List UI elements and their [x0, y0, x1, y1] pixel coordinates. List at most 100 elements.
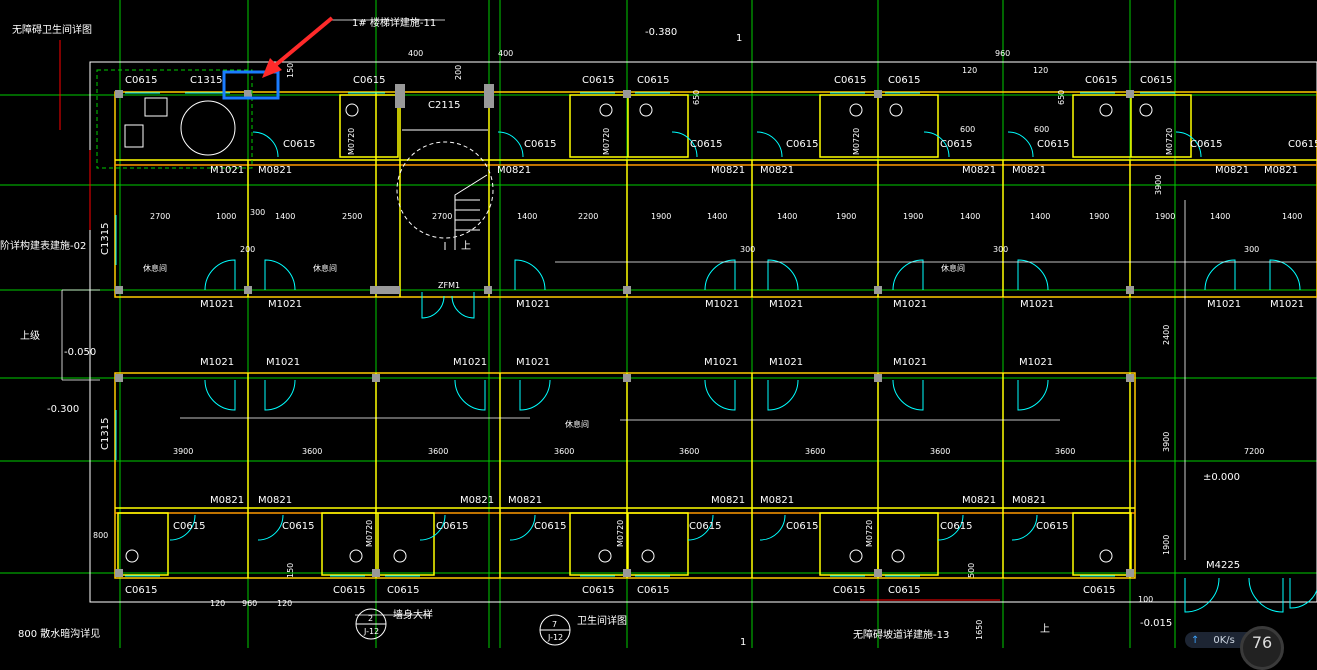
stair-left-note: 阶详构建表建施-02 [0, 241, 87, 252]
window-tag: C0615 [637, 585, 670, 596]
dim-label: 3600 [554, 447, 575, 456]
window-tag: C0615 [940, 139, 973, 150]
window-tag: C0615 [283, 139, 316, 150]
door-tag: M0821 [508, 495, 543, 506]
window-tag: C0615 [524, 139, 557, 150]
dim-label: 1900 [651, 212, 672, 221]
dim-label: 300 [993, 245, 1009, 254]
dim-label: 1400 [275, 212, 296, 221]
window-tag: C0615 [582, 75, 615, 86]
room-label: 休息间 [941, 264, 965, 273]
window-tag: C0615 [1190, 139, 1223, 150]
performance-gauge[interactable]: 76 [1240, 626, 1284, 670]
door-tag: M1021 [1207, 299, 1242, 310]
window-tag: C0615 [833, 585, 866, 596]
dim-label: 960 [242, 599, 258, 608]
dim-label: 1400 [960, 212, 981, 221]
dim-label: 300 [740, 245, 756, 254]
window-tag: C0615 [173, 521, 206, 532]
dim-label: 2500 [342, 212, 363, 221]
dim-label: 120 [277, 599, 293, 608]
axis-grid-lines [0, 0, 1317, 648]
door-tag: M0821 [258, 495, 293, 506]
door-tag: M1021 [268, 299, 303, 310]
door-tag: M0821 [497, 165, 532, 176]
ramp-up-label: 上 [1040, 624, 1050, 635]
window-tag: C0615 [637, 75, 670, 86]
door-tag-vertical: M0720 [602, 127, 611, 155]
window-tag: C0615 [1036, 521, 1069, 532]
door-tag: M0821 [760, 165, 795, 176]
dim-label: 1900 [1089, 212, 1110, 221]
door-tag: M0821 [962, 495, 997, 506]
dim-label-vertical: 3900 [1154, 174, 1163, 195]
window-tag: C0615 [125, 585, 158, 596]
window-tag: C0615 [534, 521, 567, 532]
dim-label: 1900 [836, 212, 857, 221]
dim-label: 600 [960, 125, 976, 134]
door-tag: M1021 [1020, 299, 1055, 310]
window-tag: C0615 [1037, 139, 1070, 150]
window-tag: C0615 [940, 521, 973, 532]
dim-label: 2200 [578, 212, 599, 221]
door-tag: M1021 [893, 299, 928, 310]
dim-label: 960 [995, 49, 1011, 58]
door-tag: M0821 [711, 165, 746, 176]
window-tag: C2115 [428, 100, 461, 111]
dim-label: 1400 [777, 212, 798, 221]
window-tag: C0615 [690, 139, 723, 150]
dim-label: 400 [408, 49, 424, 58]
window-tag: C0615 [888, 585, 921, 596]
door-tag-vertical: M0720 [1165, 127, 1174, 155]
door-tag-vertical: M0720 [852, 127, 861, 155]
window-tag: C0615 [786, 521, 819, 532]
dim-label-vertical: 2400 [1162, 324, 1171, 345]
dim-label-vertical: 1650 [975, 619, 984, 640]
dim-label: 3600 [428, 447, 449, 456]
dim-label: 1900 [1155, 212, 1176, 221]
door-tag: M4225 [1206, 560, 1241, 571]
drain-note: 800 散水暗沟详见 [18, 629, 101, 640]
dim-label: 2700 [150, 212, 171, 221]
callout-2-number: 2 [368, 614, 374, 623]
dim-label: 1400 [1030, 212, 1051, 221]
door-tag: M1021 [266, 357, 301, 368]
dim-label: 100 [1138, 595, 1154, 604]
dim-label: 1400 [707, 212, 728, 221]
door-tag: M1021 [210, 165, 245, 176]
dim-label-vertical: 3900 [1162, 431, 1171, 452]
dim-label-vertical: 150 [286, 562, 295, 578]
dim-label: 600 [1034, 125, 1050, 134]
window-tag-vertical: C1315 [100, 417, 111, 450]
door-tag: M1021 [516, 299, 551, 310]
dim-label: 3600 [930, 447, 951, 456]
grid-one-top: 1 [736, 33, 743, 44]
red-dimension-marks [59, 40, 1000, 601]
dim-label-vertical: 500 [967, 562, 976, 578]
dim-label: 120 [210, 599, 226, 608]
cad-drawing-canvas[interactable] [0, 0, 1317, 648]
detail-callouts [355, 608, 571, 646]
shangji-label: 上级 [20, 331, 40, 342]
elevation-left: -0.050 [64, 347, 97, 358]
dim-label: 1900 [903, 212, 924, 221]
door-tag: M1021 [704, 357, 739, 368]
door-tag: M1021 [769, 299, 804, 310]
dim-label: 1000 [216, 212, 237, 221]
elevation-right: ±0.000 [1203, 472, 1241, 483]
door-tag: M0821 [711, 495, 746, 506]
dim-label: 300 [1244, 245, 1260, 254]
dim-label: 200 [240, 245, 256, 254]
door-tag: M0821 [760, 495, 795, 506]
window-tag: C0615 [786, 139, 819, 150]
dim-label: 1400 [1282, 212, 1303, 221]
window-tag: C0615 [1085, 75, 1118, 86]
wc-detail-label: 卫生间详图 [577, 616, 627, 627]
ramp-note: 无障碍坡道详建施-13 [853, 630, 950, 641]
window-tag-vertical: C1315 [100, 222, 111, 255]
dim-label: 400 [498, 49, 514, 58]
stair-detail-title: 1# 楼梯详建施-11 [352, 18, 437, 29]
red-pointer-arrow [262, 16, 334, 78]
room-label: 休息间 [143, 264, 167, 273]
window-tag: C0615 [1083, 585, 1116, 596]
